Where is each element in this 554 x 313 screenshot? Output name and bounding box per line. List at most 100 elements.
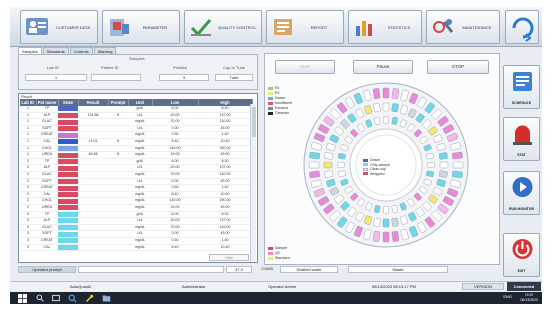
tray-position[interactable] [383, 206, 389, 214]
table-row[interactable]: 1 CREAT mg/dL 0.50 1.40 [20, 131, 252, 140]
tray-position[interactable] [426, 170, 435, 177]
table-row[interactable]: 3 TP g/dL 6.00 8.30 [20, 211, 252, 219]
quality-control-button[interactable]: QUALITY CONTROL [184, 10, 262, 44]
table-row[interactable]: 3 CREAT mg/dL 0.50 1.40 [20, 237, 252, 245]
tray-position[interactable] [451, 170, 463, 179]
tray-position[interactable] [382, 231, 390, 243]
table-row[interactable]: 3 ALP U/L 20.00 137.00 [20, 217, 252, 225]
result-header-cell[interactable]: Low [152, 99, 199, 106]
tray-position[interactable] [323, 161, 333, 169]
tray-position[interactable] [374, 116, 381, 125]
tray-position[interactable] [383, 116, 389, 124]
file-explorer-icon[interactable] [102, 294, 111, 303]
parameter-button[interactable]: PARAMETER [102, 10, 180, 44]
table-row[interactable]: 2 TP g/dL 6.00 8.30 [20, 158, 252, 166]
table-row[interactable]: 2 CAL mg/dL 8.40 10.40 [20, 191, 252, 199]
table-row[interactable]: 2 CREAT mg/dL 0.50 1.40 [20, 184, 252, 192]
tray-position[interactable] [438, 170, 448, 178]
result-header-cell[interactable]: Pat name [36, 99, 59, 106]
schedule-button[interactable]: SCHEDULE [503, 65, 540, 109]
table-row[interactable]: 2 UREA mg/dL 15.00 45.00 [20, 204, 252, 212]
table-row[interactable]: 2 SGPT U/L 0.00 45.00 [20, 178, 252, 186]
app-tools-icon[interactable] [85, 294, 94, 303]
tray-position[interactable] [439, 161, 449, 169]
tab-samples[interactable]: Samples [18, 47, 42, 54]
tray-position[interactable] [382, 102, 390, 112]
result-cell: 1 [20, 131, 36, 140]
cup-tube-field[interactable]: Tube [215, 74, 253, 81]
task-view-icon[interactable] [52, 294, 60, 302]
tray-position[interactable] [391, 88, 400, 100]
result-header-cell[interactable]: State [58, 99, 79, 106]
tray-position[interactable] [337, 153, 346, 160]
table-row[interactable]: 1 CAL 13.01 Hmg/dL 8.40 10.40 [20, 138, 252, 146]
tray-position[interactable] [452, 161, 464, 169]
tray-position[interactable] [324, 170, 334, 178]
tray-position[interactable] [373, 217, 381, 227]
table-row[interactable]: 2 GLUC mg/dL 70.00 110.00 [20, 171, 252, 179]
table-row[interactable]: 3 SGPT U/L 0.00 45.00 [20, 230, 252, 238]
hide-button[interactable]: Hide [209, 254, 249, 261]
tray-position[interactable] [391, 217, 399, 227]
tray-position[interactable] [337, 162, 345, 168]
table-row[interactable]: 1 CHOL mg/dL 140.00 250.00 [20, 145, 252, 153]
lab-id-field[interactable]: 1 [25, 74, 87, 81]
tray-position[interactable] [309, 170, 321, 179]
windows-start-icon[interactable] [18, 293, 27, 303]
tray-position[interactable] [426, 153, 435, 160]
table-row[interactable]: 1 UREA 46.58 Hmg/dL 15.00 45.00 [20, 151, 252, 159]
table-row[interactable]: 1 ALP 131.56 H U/L 20.00 137.00 [20, 112, 252, 120]
tray-position[interactable] [324, 152, 334, 160]
result-cell: 1 [20, 138, 36, 146]
tray-position[interactable] [391, 230, 400, 242]
start-button[interactable]: Start [275, 60, 335, 74]
stat-button[interactable]: STAT [503, 117, 540, 161]
tray-position[interactable] [438, 152, 448, 160]
pause-button[interactable]: Pause [353, 60, 413, 74]
tray-position[interactable] [451, 151, 463, 160]
main-menu-button[interactable] [505, 10, 539, 44]
tray-position[interactable] [372, 88, 381, 100]
report-button[interactable]: REPORT [266, 10, 344, 44]
run-monitor-button[interactable]: RUN MONITOR [503, 171, 540, 215]
result-header-cell[interactable]: Lab ID [20, 99, 37, 106]
position-field[interactable]: 3 [159, 74, 209, 81]
tab-warning[interactable]: Warning [93, 47, 117, 54]
tray-position[interactable] [427, 162, 435, 168]
exit-button[interactable]: EXIT [503, 233, 540, 277]
tab-standards[interactable]: Standards [42, 47, 69, 54]
scrollbar-thumb[interactable] [252, 107, 256, 137]
result-header-cell[interactable]: Prompt [108, 99, 129, 106]
tray-position[interactable] [391, 205, 398, 214]
result-cell [108, 224, 128, 232]
result-header-cell[interactable]: Unit [128, 99, 153, 106]
table-row[interactable]: 3 CAL mg/dL 8.40 10.40 [20, 244, 252, 252]
maintenance-button[interactable]: MAINTENANCE [426, 10, 500, 44]
tray-position[interactable] [391, 103, 399, 113]
table-row[interactable]: 2 ALP U/L 20.00 137.00 [20, 164, 252, 173]
app-quant-icon[interactable] [68, 294, 77, 303]
result-header-cell[interactable]: High [198, 99, 253, 106]
tray-position[interactable] [308, 161, 320, 169]
tray-position[interactable] [391, 116, 398, 125]
result-scrollbar[interactable] [250, 104, 256, 262]
tray-position[interactable] [382, 87, 390, 99]
tray-position[interactable] [372, 230, 381, 242]
version-button[interactable]: VERSION [462, 283, 504, 290]
customer-data-button[interactable]: CUSTOMER DATA [20, 10, 98, 44]
table-row[interactable]: 2 CHOL mg/dL 140.00 250.00 [20, 197, 252, 205]
tray-position[interactable] [382, 218, 390, 228]
tray-position[interactable] [373, 103, 381, 113]
statistics-button[interactable]: STATISTICS [348, 10, 422, 44]
table-row[interactable]: 3 GLUC mg/dL 70.00 110.00 [20, 224, 252, 232]
stop-button[interactable]: STOP [427, 60, 489, 74]
tray-position[interactable] [337, 170, 346, 177]
tab-controls[interactable]: Controls [69, 47, 93, 54]
patient-id-field[interactable] [91, 74, 141, 81]
tray-position[interactable] [309, 151, 321, 160]
table-row[interactable]: 1 GLUC mg/dL 70.00 110.00 [20, 118, 252, 126]
table-row[interactable]: 1 SGPT U/L 0.00 45.00 [20, 125, 252, 133]
result-header-cell[interactable]: Result [78, 99, 109, 106]
tray-position[interactable] [374, 205, 381, 214]
search-icon[interactable] [36, 294, 44, 302]
